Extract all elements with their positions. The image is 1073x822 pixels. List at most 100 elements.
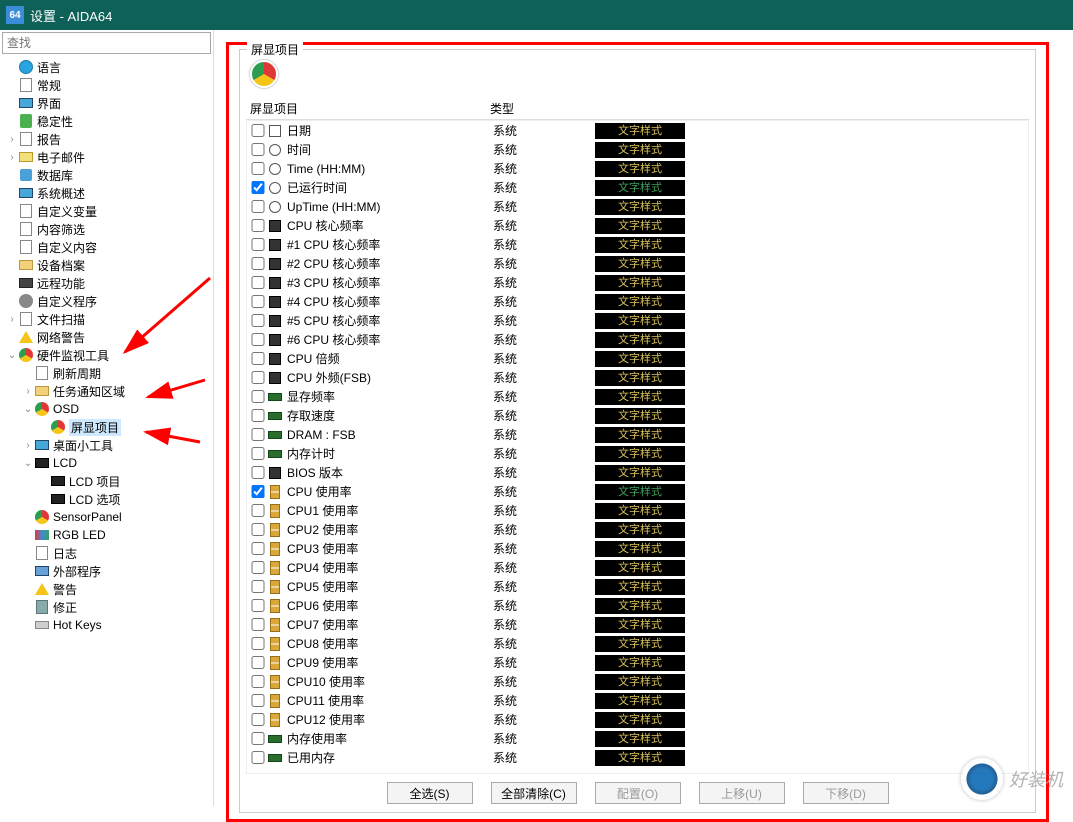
row-checkbox[interactable] <box>251 618 265 631</box>
row-checkbox[interactable] <box>251 447 265 460</box>
tree-item-7[interactable]: 系统概述 <box>0 184 213 202</box>
row-checkbox[interactable] <box>251 390 265 403</box>
tree-item-16[interactable]: ⌄硬件监视工具 <box>0 346 213 364</box>
row-checkbox[interactable] <box>251 371 265 384</box>
expand-icon[interactable]: › <box>22 386 34 397</box>
row-checkbox[interactable] <box>251 656 265 669</box>
list-row[interactable]: 显存频率系统文字样式 <box>247 387 1028 406</box>
row-checkbox[interactable] <box>251 181 265 194</box>
row-checkbox[interactable] <box>251 637 265 650</box>
row-style-badge[interactable]: 文字样式 <box>595 579 685 595</box>
row-style-badge[interactable]: 文字样式 <box>595 674 685 690</box>
row-style-badge[interactable]: 文字样式 <box>595 351 685 367</box>
tree-item-26[interactable]: RGB LED <box>0 526 213 544</box>
row-checkbox[interactable] <box>251 257 265 270</box>
row-style-badge[interactable]: 文字样式 <box>595 123 685 139</box>
expand-icon[interactable]: ⌄ <box>22 458 34 469</box>
tree-item-30[interactable]: 修正 <box>0 598 213 616</box>
search-input[interactable] <box>3 34 210 52</box>
row-style-badge[interactable]: 文字样式 <box>595 503 685 519</box>
row-checkbox[interactable] <box>251 238 265 251</box>
col-header-style[interactable] <box>592 100 1029 117</box>
tree-item-27[interactable]: 日志 <box>0 544 213 562</box>
list-row[interactable]: BIOS 版本系统文字样式 <box>247 463 1028 482</box>
search-box[interactable] <box>2 32 211 54</box>
row-style-badge[interactable]: 文字样式 <box>595 522 685 538</box>
tree-item-6[interactable]: 数据库 <box>0 166 213 184</box>
expand-icon[interactable]: ⌄ <box>6 350 18 361</box>
tree-item-11[interactable]: 设备档案 <box>0 256 213 274</box>
list-row[interactable]: CPU 外频(FSB)系统文字样式 <box>247 368 1028 387</box>
tree-item-8[interactable]: 自定义变量 <box>0 202 213 220</box>
list-row[interactable]: 已运行时间系统文字样式 <box>247 178 1028 197</box>
row-style-badge[interactable]: 文字样式 <box>595 256 685 272</box>
tree-item-5[interactable]: ›电子邮件 <box>0 148 213 166</box>
row-style-badge[interactable]: 文字样式 <box>595 313 685 329</box>
tree-item-15[interactable]: 网络警告 <box>0 328 213 346</box>
row-style-badge[interactable]: 文字样式 <box>595 199 685 215</box>
row-checkbox[interactable] <box>251 276 265 289</box>
row-checkbox[interactable] <box>251 219 265 232</box>
row-style-badge[interactable]: 文字样式 <box>595 446 685 462</box>
list-row[interactable]: #5 CPU 核心频率系统文字样式 <box>247 311 1028 330</box>
list-row[interactable]: CPU2 使用率系统文字样式 <box>247 520 1028 539</box>
row-checkbox[interactable] <box>251 561 265 574</box>
row-style-badge[interactable]: 文字样式 <box>595 731 685 747</box>
tree-item-20[interactable]: 屏显项目 <box>0 418 213 436</box>
row-checkbox[interactable] <box>251 485 265 498</box>
move-up-button[interactable]: 上移(U) <box>699 782 785 804</box>
list-row[interactable]: 内存计时系统文字样式 <box>247 444 1028 463</box>
row-checkbox[interactable] <box>251 732 265 745</box>
list-row[interactable]: #2 CPU 核心频率系统文字样式 <box>247 254 1028 273</box>
list-row[interactable]: 日期系统文字样式 <box>247 121 1028 140</box>
row-style-badge[interactable]: 文字样式 <box>595 636 685 652</box>
list-row[interactable]: #3 CPU 核心频率系统文字样式 <box>247 273 1028 292</box>
tree-item-17[interactable]: 刷新周期 <box>0 364 213 382</box>
list-row[interactable]: CPU 倍频系统文字样式 <box>247 349 1028 368</box>
row-style-badge[interactable]: 文字样式 <box>595 294 685 310</box>
row-style-badge[interactable]: 文字样式 <box>595 332 685 348</box>
tree-item-22[interactable]: ⌄LCD <box>0 454 213 472</box>
row-style-badge[interactable]: 文字样式 <box>595 237 685 253</box>
list-row[interactable]: CPU1 使用率系统文字样式 <box>247 501 1028 520</box>
list-row[interactable]: CPU6 使用率系统文字样式 <box>247 596 1028 615</box>
list-row[interactable]: CPU9 使用率系统文字样式 <box>247 653 1028 672</box>
clear-all-button[interactable]: 全部清除(C) <box>491 782 577 804</box>
row-style-badge[interactable]: 文字样式 <box>595 655 685 671</box>
row-style-badge[interactable]: 文字样式 <box>595 180 685 196</box>
row-checkbox[interactable] <box>251 542 265 555</box>
row-checkbox[interactable] <box>251 200 265 213</box>
row-style-badge[interactable]: 文字样式 <box>595 541 685 557</box>
row-style-badge[interactable]: 文字样式 <box>595 750 685 766</box>
row-checkbox[interactable] <box>251 143 265 156</box>
col-header-item[interactable]: 屏显项目 <box>246 100 490 117</box>
tree-item-3[interactable]: 稳定性 <box>0 112 213 130</box>
list-row[interactable]: 时间系统文字样式 <box>247 140 1028 159</box>
row-style-badge[interactable]: 文字样式 <box>595 598 685 614</box>
list-row[interactable]: 存取速度系统文字样式 <box>247 406 1028 425</box>
row-style-badge[interactable]: 文字样式 <box>595 427 685 443</box>
list-row[interactable]: #1 CPU 核心频率系统文字样式 <box>247 235 1028 254</box>
row-checkbox[interactable] <box>251 751 265 764</box>
row-style-badge[interactable]: 文字样式 <box>595 693 685 709</box>
row-checkbox[interactable] <box>251 580 265 593</box>
list-row[interactable]: UpTime (HH:MM)系统文字样式 <box>247 197 1028 216</box>
tree-item-31[interactable]: Hot Keys <box>0 616 213 634</box>
col-header-type[interactable]: 类型 <box>490 100 592 117</box>
row-checkbox[interactable] <box>251 352 265 365</box>
row-checkbox[interactable] <box>251 713 265 726</box>
row-style-badge[interactable]: 文字样式 <box>595 465 685 481</box>
row-checkbox[interactable] <box>251 599 265 612</box>
tree-item-10[interactable]: 自定义内容 <box>0 238 213 256</box>
row-style-badge[interactable]: 文字样式 <box>595 275 685 291</box>
tree-item-28[interactable]: 外部程序 <box>0 562 213 580</box>
row-checkbox[interactable] <box>251 466 265 479</box>
tree-item-29[interactable]: 警告 <box>0 580 213 598</box>
row-checkbox[interactable] <box>251 428 265 441</box>
tree-item-25[interactable]: SensorPanel <box>0 508 213 526</box>
select-all-button[interactable]: 全选(S) <box>387 782 473 804</box>
tree-item-18[interactable]: ›任务通知区域 <box>0 382 213 400</box>
row-style-badge[interactable]: 文字样式 <box>595 389 685 405</box>
list-row[interactable]: #4 CPU 核心频率系统文字样式 <box>247 292 1028 311</box>
tree-item-12[interactable]: 远程功能 <box>0 274 213 292</box>
